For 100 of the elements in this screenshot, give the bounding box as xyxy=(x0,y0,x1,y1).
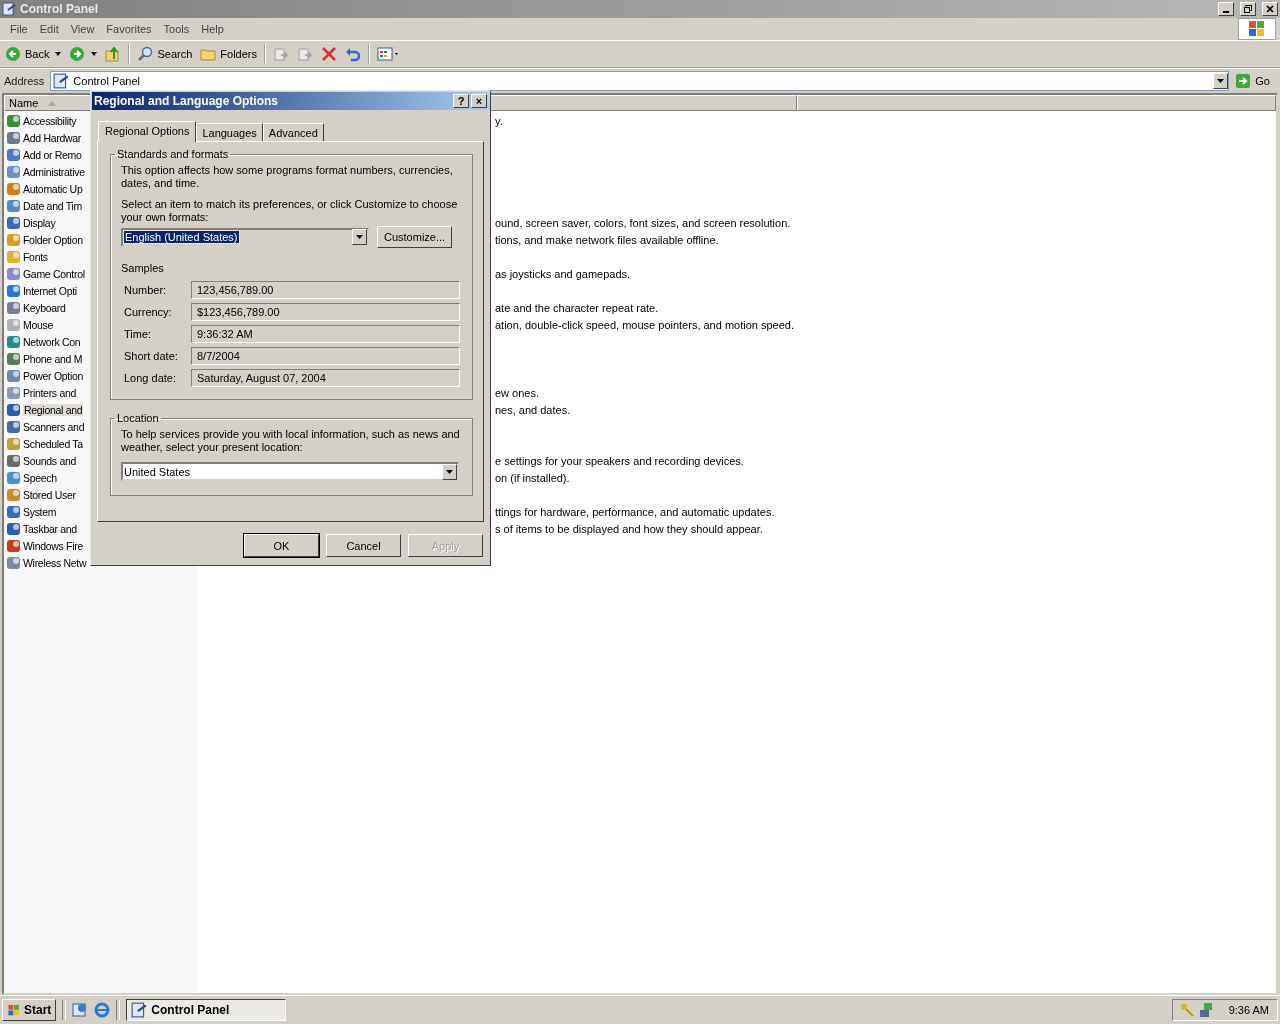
tab[interactable]: Regional Options xyxy=(98,121,197,142)
list-item[interactable]: Scheduled Ta xyxy=(4,435,92,452)
menu-item[interactable]: File xyxy=(4,23,34,35)
item-description: ttings for hardware, performance, and automatic updates. xyxy=(495,505,775,518)
menu-item[interactable]: Favorites xyxy=(100,23,158,35)
applet-icon xyxy=(6,231,22,248)
control-panel-icon xyxy=(53,73,70,89)
menu-item[interactable]: View xyxy=(64,23,101,35)
item-description: on (if installed). xyxy=(495,471,570,484)
menu-item[interactable]: Tools xyxy=(157,23,196,35)
menu-item[interactable]: Edit xyxy=(33,23,65,35)
minimize-button[interactable] xyxy=(1218,2,1234,16)
item-description: ew ones. xyxy=(495,386,540,399)
window-title: Control Panel xyxy=(20,2,98,16)
sample-label: Number: xyxy=(124,284,168,296)
move-to-icon xyxy=(273,46,289,62)
applet-icon xyxy=(6,503,22,520)
list-item[interactable]: Windows Fire xyxy=(4,537,92,554)
group-title: Standards and formats xyxy=(116,148,230,160)
sample-label: Currency: xyxy=(124,306,173,318)
list-item[interactable]: Power Option xyxy=(4,367,92,384)
item-description: ation, double-click speed, mouse pointers, and motion speed. xyxy=(495,318,794,331)
applet-icon xyxy=(6,554,22,571)
dialog-button[interactable]: Cancel xyxy=(326,534,401,557)
taskbar-window-button[interactable]: Control Panel xyxy=(126,999,287,1021)
applet-icon xyxy=(6,350,22,367)
list-item[interactable]: Network Con xyxy=(4,333,92,350)
list-item[interactable]: Sounds and xyxy=(4,452,92,469)
up-folder-icon xyxy=(105,46,122,62)
applet-icon xyxy=(6,282,22,299)
list-item[interactable]: Fonts xyxy=(4,248,92,265)
back-button[interactable]: Back xyxy=(2,44,65,64)
restore-button[interactable] xyxy=(1240,2,1256,16)
close-button[interactable] xyxy=(1262,2,1278,16)
list-item[interactable]: Administrative xyxy=(4,163,92,180)
desktop-shortcut-icon[interactable] xyxy=(72,1002,89,1018)
tab[interactable]: Advanced xyxy=(262,123,324,141)
list-item[interactable]: Wireless Netw xyxy=(4,554,92,571)
caret-icon[interactable] xyxy=(91,52,98,56)
format-dropdown[interactable]: English (United States) xyxy=(121,227,369,247)
applet-icon xyxy=(6,418,22,435)
list-item[interactable]: Stored User xyxy=(4,486,92,503)
sample-field: Saturday, August 07, 2004 xyxy=(191,369,460,387)
search-button[interactable]: Search xyxy=(134,44,196,64)
sample-label: Time: xyxy=(124,328,153,340)
help-button[interactable]: ? xyxy=(453,94,469,108)
start-button[interactable]: Start xyxy=(2,999,57,1021)
list-item[interactable]: Add or Remo xyxy=(4,146,92,163)
group-title: Location xyxy=(116,412,160,424)
list-item[interactable]: Phone and M xyxy=(4,350,92,367)
item-description: ate and the character repeat rate. xyxy=(495,301,659,314)
column-header[interactable] xyxy=(797,95,1276,111)
list-item[interactable]: Automatic Up xyxy=(4,180,92,197)
list-item[interactable]: Date and Tim xyxy=(4,197,92,214)
network-icon[interactable] xyxy=(1198,1002,1215,1018)
list-item[interactable]: Folder Option xyxy=(4,231,92,248)
list-item[interactable]: Display xyxy=(4,214,92,231)
samples-label: Samples xyxy=(121,262,165,274)
customize-button[interactable]: Customize... xyxy=(377,226,452,248)
sample-field: 123,456,789.00 xyxy=(191,281,460,299)
tab[interactable]: Languages xyxy=(196,123,263,141)
sample-field: $123,456,789.00 xyxy=(191,303,460,321)
instruction-text: Select an item to match its preferences, or click Customize to choose your own formats: xyxy=(121,198,459,224)
close-button[interactable]: × xyxy=(471,94,487,108)
sample-field: 8/7/2004 xyxy=(191,347,460,365)
list-item[interactable]: Accessibility xyxy=(4,112,92,129)
browser-icon[interactable] xyxy=(94,1002,111,1018)
menu-item[interactable]: Help xyxy=(195,23,230,35)
list-item[interactable]: Game Control xyxy=(4,265,92,282)
applet-icon xyxy=(6,316,22,333)
applet-icon xyxy=(6,452,22,469)
applet-icon xyxy=(6,486,22,503)
folders-button[interactable]: Folders xyxy=(197,44,260,64)
list-item[interactable]: Add Hardwar xyxy=(4,129,92,146)
close-icon xyxy=(1266,5,1274,13)
folder-icon xyxy=(200,46,217,62)
applet-icon xyxy=(6,265,22,282)
caret-icon[interactable] xyxy=(446,469,453,474)
list-item[interactable]: Scanners and xyxy=(4,418,92,435)
go-button[interactable]: Go xyxy=(1233,73,1278,89)
applet-icon xyxy=(6,163,22,180)
applet-icon xyxy=(6,146,22,163)
address-field[interactable]: Control Panel xyxy=(50,71,1230,91)
list-item[interactable]: Mouse xyxy=(4,316,92,333)
dialog-button[interactable]: OK xyxy=(244,534,319,557)
control-panel-icon xyxy=(2,2,16,16)
list-item[interactable]: Taskbar and xyxy=(4,520,92,537)
sample-label: Short date: xyxy=(124,350,179,362)
caret-icon[interactable] xyxy=(55,52,62,56)
list-item[interactable]: Printers and xyxy=(4,384,92,401)
windows-logo-icon xyxy=(7,1003,21,1017)
caret-icon[interactable] xyxy=(1217,79,1225,83)
item-description: tions, and make network files available offline. xyxy=(495,233,719,246)
caret-icon[interactable] xyxy=(356,235,363,239)
location-dropdown[interactable]: United States xyxy=(121,462,459,481)
applet-icon xyxy=(6,214,22,231)
list-item[interactable]: System xyxy=(4,503,92,520)
list-item[interactable]: Internet Opti xyxy=(4,282,92,299)
list-item[interactable]: Keyboard xyxy=(4,299,92,316)
list-item[interactable]: Speech xyxy=(4,469,92,486)
